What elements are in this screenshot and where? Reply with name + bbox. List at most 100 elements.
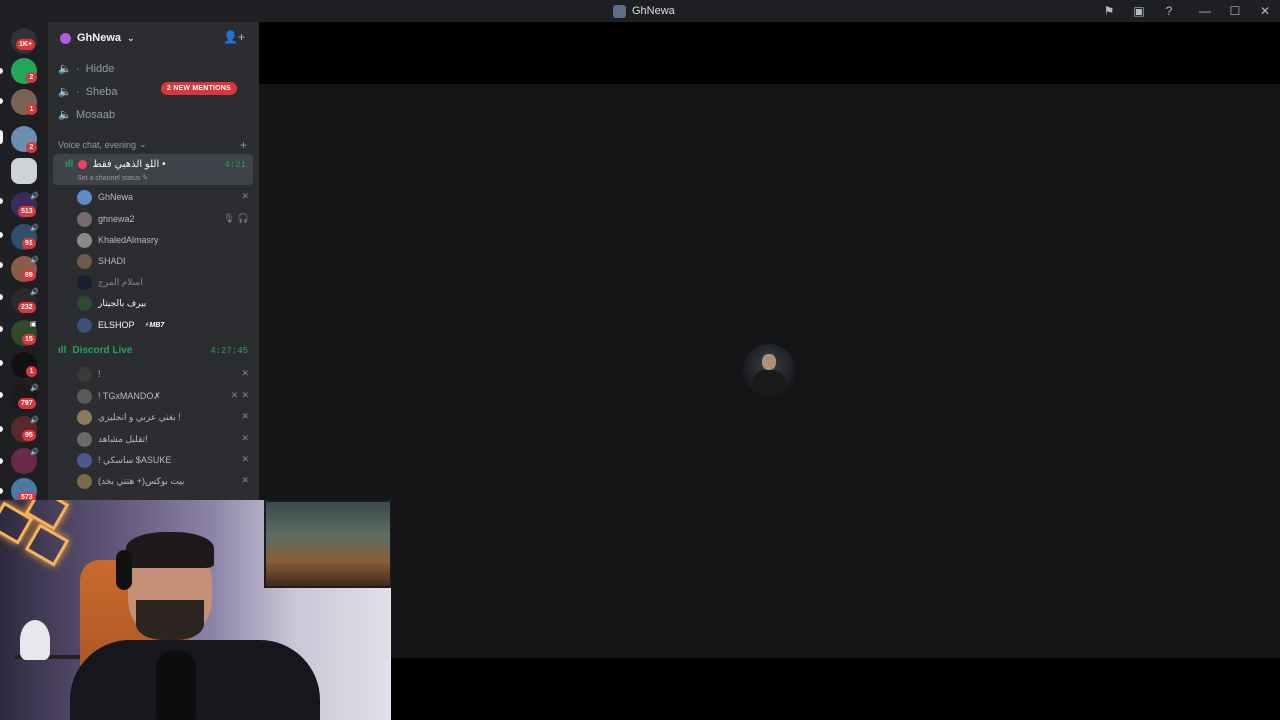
voice-stage	[259, 84, 1280, 658]
member-name: KhaledAlmasry	[98, 235, 159, 245]
speaker-icon: 🔊	[30, 193, 39, 200]
close-icon[interactable]: ✕	[1250, 0, 1280, 22]
deafen-icon: ✕	[241, 454, 249, 464]
member-name: بغني عربي و انجليزي !	[98, 411, 181, 422]
voice-channel-icon: 🔈	[58, 109, 72, 121]
chevron-down-icon: ⌄	[139, 139, 147, 149]
server-badge: 513	[18, 206, 36, 217]
guild-name: GhNewa	[77, 32, 122, 44]
speaker-avatar[interactable]	[743, 344, 795, 396]
live-icon: ıll	[58, 345, 67, 356]
screen-share-icon[interactable]: ▣	[1124, 0, 1154, 22]
voice-member[interactable]: تقليل مشاهد! ✕	[77, 430, 249, 448]
mic-muted-icon: ✕	[230, 390, 239, 400]
hex-light	[24, 523, 70, 567]
active-voice-channel[interactable]: ıll اللو الذهبي فقط • Set a channel stat…	[53, 154, 253, 185]
member-name: GhNewa	[98, 192, 134, 202]
window-controls: ⚑ ▣ ? — ☐ ✕	[1094, 0, 1280, 22]
chevron-down-icon: ⌄	[127, 32, 135, 43]
voice-member[interactable]: اسلام المرج	[77, 273, 249, 291]
voice-channel-icon: 🔈	[58, 63, 72, 75]
member-name: SHADI	[98, 256, 126, 266]
member-name: ghnewa2	[98, 214, 135, 224]
category-voice-chat[interactable]: Voice chat, evening ⌄	[58, 139, 147, 150]
server-badge: 1	[26, 104, 37, 115]
avatar	[77, 452, 92, 468]
window-title: GhNewa	[613, 3, 675, 19]
window-title-text: GhNewa	[632, 5, 675, 17]
member-name: بيت بوكس(+ هتتي بخد)	[98, 475, 185, 486]
minimize-icon[interactable]: —	[1190, 0, 1220, 22]
live-icon: ıll	[65, 159, 74, 170]
voice-member[interactable]: بيرف بالجيتار	[77, 294, 249, 312]
avatar	[77, 189, 92, 205]
avatar	[77, 409, 92, 425]
new-mentions-badge[interactable]: 2 NEW MENTIONS	[161, 82, 237, 95]
figurine	[20, 620, 50, 660]
avatar	[77, 388, 92, 404]
voice-channel-discord-live[interactable]: ıll Discord Live 4:27:45	[58, 345, 248, 356]
speaker-icon: 🔊	[30, 289, 39, 296]
speaker-icon: 🔊	[30, 385, 39, 392]
category-name: Voice chat, evening	[58, 139, 137, 150]
member-name: ! ساسكي $ASUKE	[98, 454, 172, 465]
voice-member[interactable]: ELSHOP ⚡MB7	[77, 316, 249, 334]
inbox-icon[interactable]: ⚑	[1094, 0, 1124, 22]
voice-member[interactable]: ! TGxMANDO✗ ✕ ✕	[77, 387, 249, 405]
channel-mosaab[interactable]: 🔈 Mosaab	[58, 108, 116, 122]
speaker-icon: 🔊	[30, 417, 39, 424]
voice-member[interactable]: ! ✕	[77, 365, 249, 383]
voice-member[interactable]: بغني عربي و انجليزي ! ✕	[77, 408, 249, 426]
avatar	[77, 295, 92, 311]
avatar	[77, 232, 92, 248]
server-badge: 573	[18, 492, 36, 500]
voice-member[interactable]: ! ساسكي $ASUKE ✕	[77, 451, 249, 469]
avatar	[77, 473, 92, 489]
channel-name: Mosaab	[76, 108, 116, 121]
voice-member[interactable]: ghnewa2 🎙 🎧	[77, 210, 249, 228]
server-badge: 1K+	[16, 39, 36, 50]
server-badge: 91	[22, 238, 36, 249]
guild-icon	[60, 32, 71, 44]
server-badge: 232	[18, 302, 36, 313]
server-badge: 15	[22, 334, 36, 345]
member-name: اسلام المرج	[98, 276, 143, 287]
voice-member[interactable]: KhaledAlmasry	[77, 231, 249, 249]
deafen-icon: ✕	[241, 411, 249, 421]
set-channel-status[interactable]: Set a channel status ✎	[77, 174, 148, 182]
streamer-beard	[136, 600, 204, 640]
guild-tag: ⚡MB7	[144, 321, 165, 329]
member-name: ELSHOP	[98, 320, 135, 330]
voice-member[interactable]: GhNewa ✕	[77, 188, 249, 206]
record-icon	[78, 160, 88, 169]
voice-timer: 4:21	[224, 160, 246, 170]
add-channel-icon[interactable]: +	[240, 138, 247, 152]
server-icon[interactable]	[11, 158, 37, 184]
invite-member-icon[interactable]: 👤+	[223, 30, 245, 44]
avatar	[77, 211, 92, 227]
channel-prefix: ·	[76, 85, 80, 98]
channel-panel: GhNewa ⌄ 👤+ 🔈 · Hidde 2 NEW MENTIONS 🔈 ·…	[48, 22, 259, 500]
top-bar	[259, 22, 1280, 84]
voice-member[interactable]: بيت بوكس(+ هتتي بخد) ✕	[77, 472, 249, 490]
channel-sheba[interactable]: 🔈 · Sheba	[58, 85, 117, 99]
help-icon[interactable]: ?	[1154, 0, 1184, 22]
avatar	[77, 253, 92, 269]
deafen-icon: ✕	[241, 433, 249, 443]
server-badge: 797	[18, 398, 36, 409]
speaker-icon: 🔊	[30, 225, 39, 232]
member-name: بيرف بالجيتار	[98, 297, 147, 308]
channel-prefix: ·	[76, 62, 80, 75]
server-badge: 2	[26, 72, 37, 83]
voice-member[interactable]: SHADI	[77, 252, 249, 270]
maximize-icon[interactable]: ☐	[1220, 0, 1250, 22]
wall-tv	[264, 500, 391, 588]
headset-deafened-icon: 🎧	[237, 213, 249, 223]
speaker-icon: 🔊	[30, 257, 39, 264]
channel-hidde[interactable]: 🔈 · Hidde	[58, 62, 114, 76]
avatar	[77, 366, 92, 382]
voice-channel-name: اللو الذهبي فقط •	[92, 159, 166, 170]
screen-icon: ▣	[30, 321, 37, 328]
voice-channel-icon: 🔈	[58, 86, 72, 98]
server-badge: 1	[26, 366, 37, 377]
